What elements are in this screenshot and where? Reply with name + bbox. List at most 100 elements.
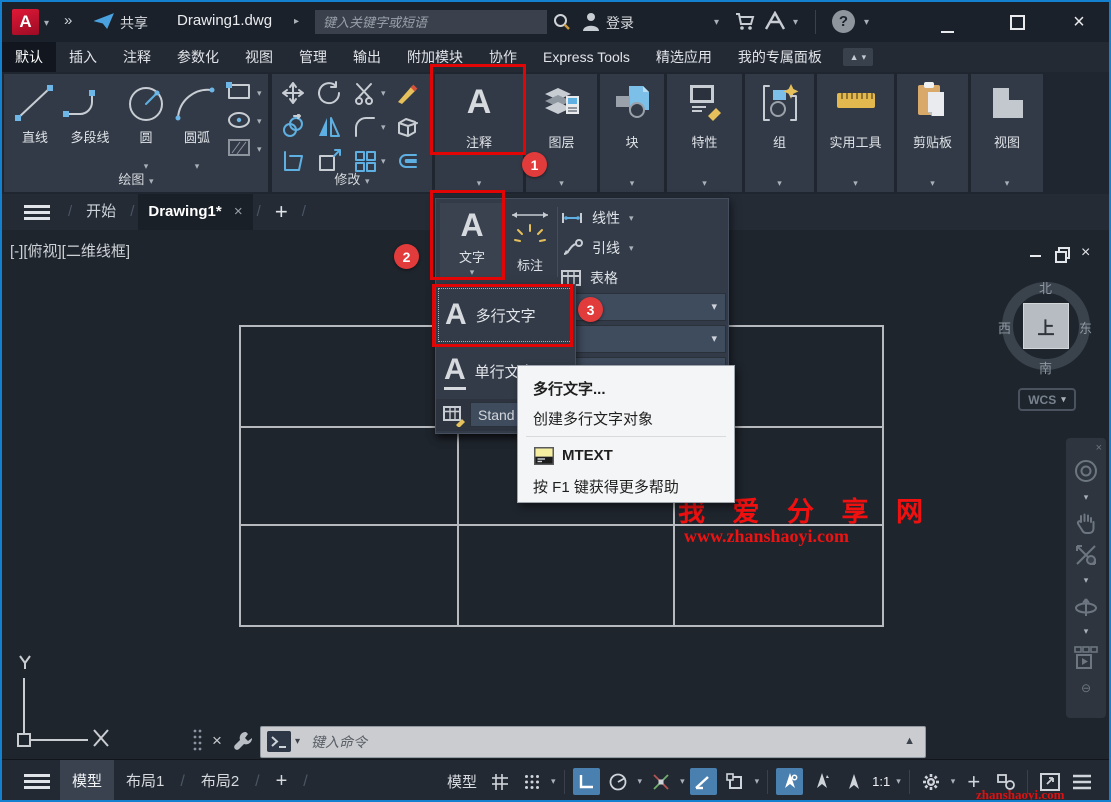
grid-toggle[interactable] [486,768,513,795]
ribbon-tab-manage[interactable]: 管理 [286,42,340,72]
autodesk-caret-icon[interactable]: ▾ [793,17,798,28]
view-flyout-icon[interactable]: ▾ [971,178,1043,189]
erase-tool[interactable] [394,80,420,106]
ellipse-tool[interactable] [226,110,252,130]
polar-flyout-icon[interactable]: ▾ [638,776,643,787]
rectangle-flyout-icon[interactable]: ▾ [257,88,262,99]
app-logo[interactable]: A [12,9,39,35]
viewport-controls[interactable]: [-][俯视][二维线框] [10,240,130,261]
pan-hand-icon[interactable] [1074,511,1098,535]
ribbon-tab-express-tools[interactable]: Express Tools [530,42,643,72]
copy-tool[interactable] [280,114,306,140]
file-menu-icon[interactable] [24,202,50,223]
arc-tool[interactable]: 圆弧 ▾ [172,82,222,146]
drawing-line[interactable] [239,625,884,627]
fillet-tool[interactable] [352,114,378,140]
annotation-visibility-toggle[interactable] [776,768,803,795]
status-menu-icon[interactable] [1068,768,1095,795]
circle-tool[interactable]: 圆 ▾ [124,82,168,146]
dimension-tool-button[interactable]: 标注 [506,203,554,279]
ribbon-tab-parametric[interactable]: 参数化 [164,42,232,72]
tab-start[interactable]: 开始 [76,194,126,230]
ribbon-display-toggle[interactable]: ▲▾ [843,48,873,66]
app-menu-caret-icon[interactable]: ▾ [44,18,49,29]
share-label[interactable]: 共享 [120,13,148,33]
leader-item[interactable]: 引线▾ [560,235,720,261]
leader-flyout-icon[interactable]: ▾ [629,243,634,254]
viewport-close-icon[interactable]: × [1081,247,1090,259]
annotation-flyout-icon[interactable]: ▾ [435,178,523,189]
array-flyout-icon[interactable]: ▾ [381,156,386,167]
scale-flyout-icon[interactable]: ▾ [896,776,901,787]
navbar-close-icon[interactable]: × [1096,442,1102,454]
ribbon-tab-default[interactable]: 默认 [2,42,56,72]
zoom-extents-icon[interactable] [1074,543,1098,567]
login-label[interactable]: 登录 [606,13,634,33]
viewcube-top-face[interactable]: 上 [1023,303,1069,349]
isodraft-toggle[interactable] [690,768,717,795]
panel-block[interactable]: 块 ▾ [600,74,664,192]
viewport-restore-icon[interactable] [1055,247,1067,259]
ortho-toggle[interactable] [573,768,600,795]
linear-flyout-icon[interactable]: ▾ [629,213,634,224]
line-tool[interactable]: 直线 [12,82,58,146]
drawing-line[interactable] [457,426,459,627]
rectangle-tool[interactable] [226,82,252,102]
tab-drawing1[interactable]: Drawing1* × [138,194,252,230]
utilities-flyout-icon[interactable]: ▾ [817,178,894,189]
command-history-icon[interactable]: ▲ [904,735,915,747]
viewcube-east[interactable]: 东 [1079,318,1092,337]
fillet-flyout-icon[interactable]: ▾ [381,122,386,133]
help-icon[interactable]: ? [832,10,855,33]
panel-title-modify[interactable]: 修改 ▾ [272,169,432,188]
hatch-flyout-icon[interactable]: ▾ [257,144,262,155]
ellipse-flyout-icon[interactable]: ▾ [257,116,262,127]
new-tab-button[interactable]: + [265,194,298,230]
wheel-flyout-icon[interactable]: ▾ [1084,492,1089,503]
hatch-tool[interactable] [226,138,252,158]
viewcube-west[interactable]: 西 [998,318,1011,337]
viewcube-south[interactable]: 南 [1039,358,1052,377]
share-plane-icon[interactable] [94,13,114,29]
maximize-button[interactable] [1002,15,1032,34]
layout-tab-layout1[interactable]: 布局1 [114,760,176,802]
annotation-scale-icon[interactable] [840,768,867,795]
command-prompt-icon[interactable] [267,731,291,752]
model-space-button[interactable]: 模型 [447,771,477,792]
dyn-flyout-icon[interactable]: ▾ [755,776,760,787]
panel-properties[interactable]: 特性 ▾ [667,74,742,192]
command-line-bar[interactable]: ▾ ▲ [260,726,926,758]
quick-access-expand-icon[interactable]: » [64,12,72,29]
move-tool[interactable] [280,80,306,106]
trim-flyout-icon[interactable]: ▾ [381,88,386,99]
panel-clipboard[interactable]: 剪贴板 ▾ [897,74,968,192]
autodesk-logo-icon[interactable] [764,11,786,31]
box-tool[interactable] [394,114,420,140]
ribbon-tab-annotate[interactable]: 注释 [110,42,164,72]
snap-toggle[interactable] [518,768,545,795]
ribbon-tab-view[interactable]: 视图 [232,42,286,72]
new-layout-button[interactable]: + [264,760,300,802]
viewcube-north[interactable]: 北 [1039,278,1052,297]
navbar-minimize-icon[interactable]: ⊖ [1081,681,1091,695]
ribbon-tab-featured-apps[interactable]: 精选应用 [643,42,725,72]
dynamic-input-toggle[interactable] [722,768,749,795]
cart-icon[interactable] [735,12,755,31]
ribbon-tab-output[interactable]: 输出 [340,42,394,72]
clipboard-flyout-icon[interactable]: ▾ [897,178,968,189]
wcs-selector[interactable]: WCS▾ [1018,388,1076,411]
polyline-tool[interactable]: 多段线 [60,82,120,146]
gear-flyout-icon[interactable]: ▾ [951,776,956,787]
navigation-wheel-icon[interactable] [1073,458,1099,484]
drawing-line[interactable] [239,325,241,627]
login-caret-icon[interactable]: ▾ [714,17,719,28]
command-wrench-icon[interactable] [232,730,254,752]
search-icon[interactable] [553,13,571,31]
command-recent-icon[interactable]: ▾ [295,736,300,747]
tab-close-icon[interactable]: × [234,203,243,220]
user-icon[interactable] [582,11,600,31]
showmotion-icon[interactable] [1073,645,1099,673]
properties-flyout-icon[interactable]: ▾ [667,178,742,189]
ribbon-tab-insert[interactable]: 插入 [56,42,110,72]
search-input[interactable] [315,10,547,34]
